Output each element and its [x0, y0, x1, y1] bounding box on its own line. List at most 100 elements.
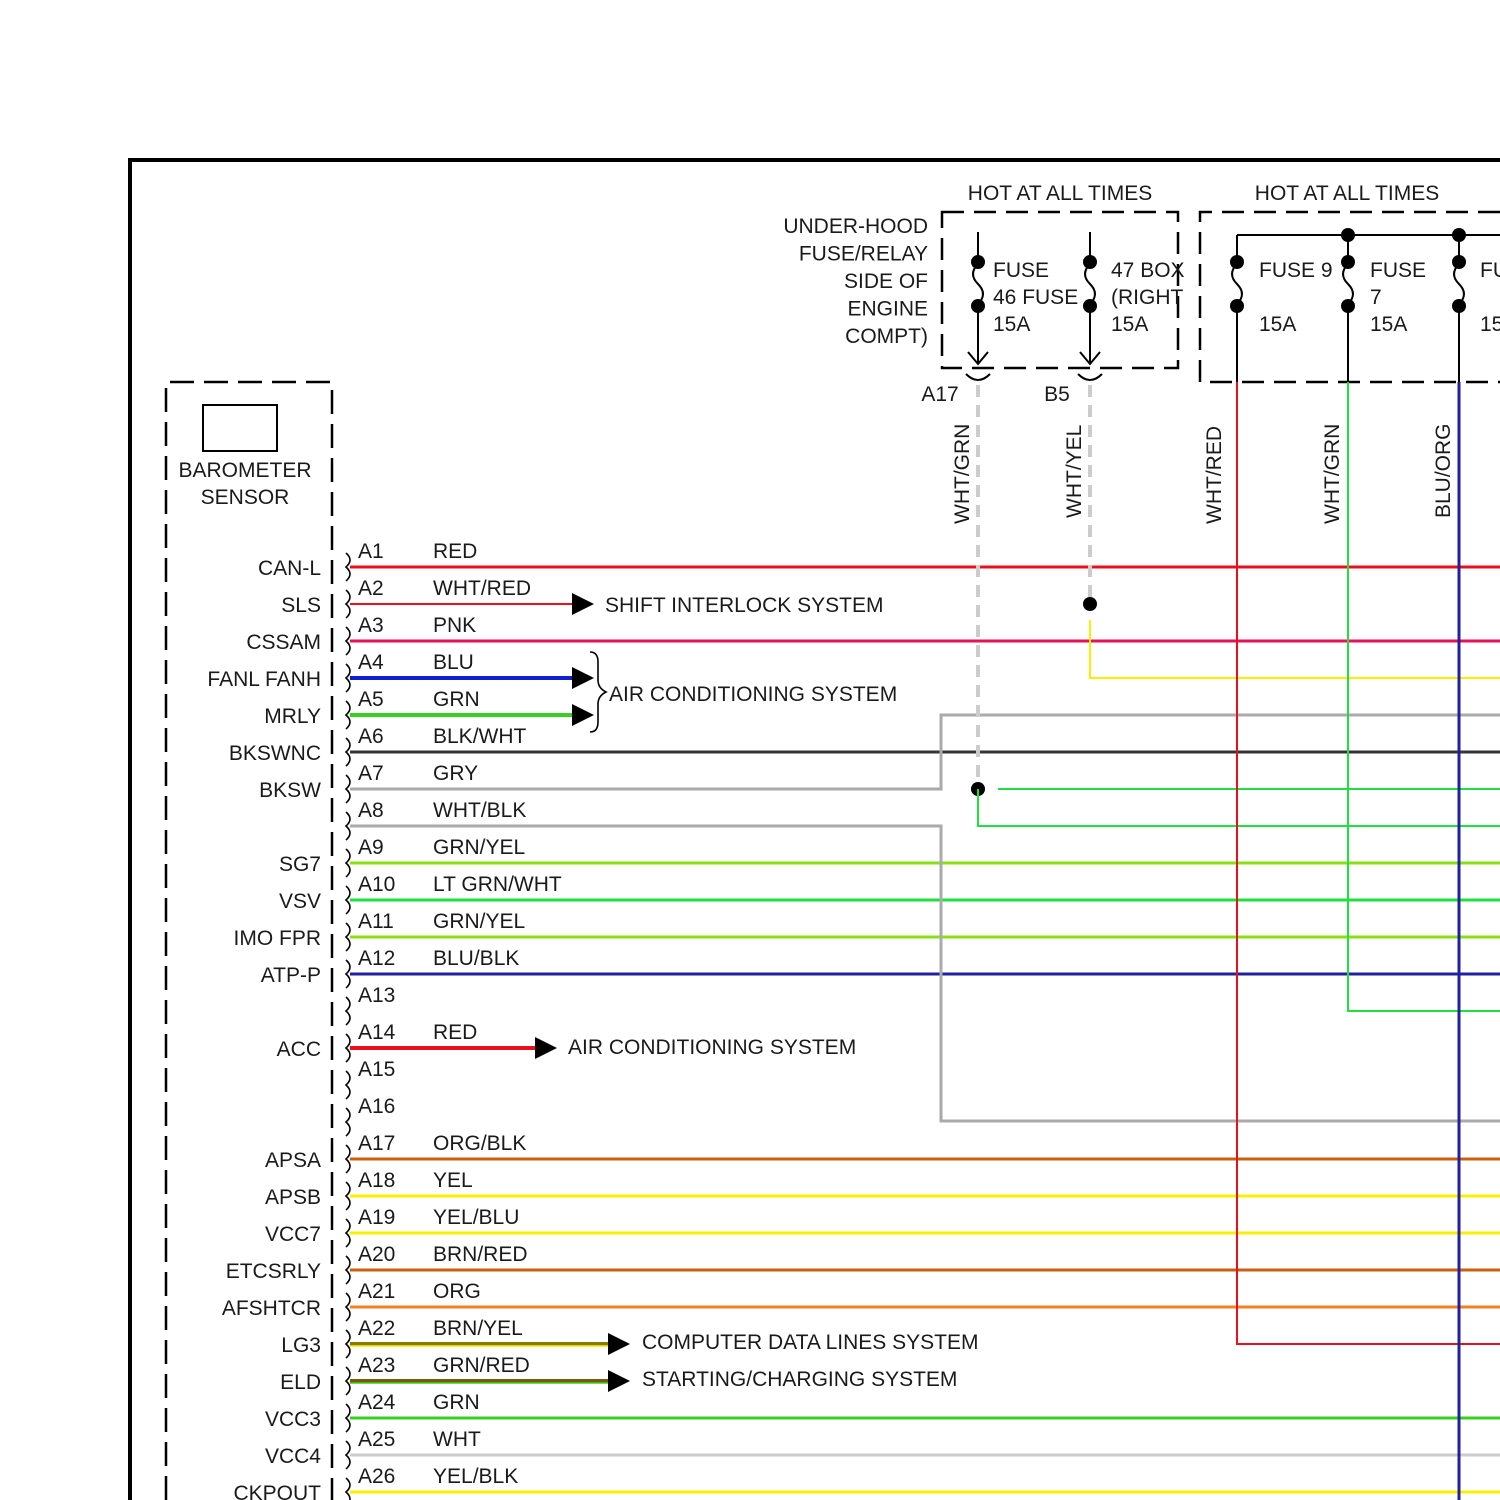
wire-color-a14: RED	[433, 1021, 477, 1044]
connector-b5-label: B5	[1044, 383, 1070, 406]
module-name-line: BAROMETER	[178, 459, 311, 482]
splice-wht-yel	[1083, 597, 1097, 611]
wire-wht-grn-feed	[1347, 382, 1500, 1012]
fuse-3-label: FU	[1480, 259, 1500, 282]
arrow-a5	[572, 704, 594, 726]
signal-a18: APSB	[265, 1186, 321, 1209]
pin-label-a9: A9	[358, 836, 384, 859]
wire-color-a8: WHT/BLK	[433, 799, 526, 822]
dest-air-conditioning-2: AIR CONDITIONING SYSTEM	[568, 1036, 856, 1059]
signal-a11: IMO FPR	[234, 927, 322, 950]
pin-label-a3: A3	[358, 614, 384, 637]
pin-connector-A4	[344, 663, 351, 693]
fuse-47-rating: 15A	[1111, 313, 1148, 336]
fuse-47-connector	[1077, 373, 1103, 381]
pin-connector-A21	[344, 1292, 351, 1322]
dest-air-conditioning-1: AIR CONDITIONING SYSTEM	[609, 683, 897, 706]
signal-a20: ETCSRLY	[226, 1260, 321, 1283]
fuse-47-label: 47 BOX	[1111, 259, 1185, 282]
pin-label-a6: A6	[358, 725, 384, 748]
pin-connector-A5	[344, 700, 351, 730]
signal-a7: BKSW	[259, 779, 321, 802]
pin-label-a21: A21	[358, 1280, 395, 1303]
signal-a9: SG7	[279, 853, 321, 876]
fuse-46-label: FUSE	[993, 259, 1049, 282]
fuse-9-pin-top	[1230, 255, 1244, 269]
arrow-a22	[608, 1333, 630, 1355]
wire-color-a11: GRN/YEL	[433, 910, 525, 933]
hot-at-all-times-label-2: HOT AT ALL TIMES	[1255, 182, 1439, 205]
signal-a2: SLS	[281, 594, 321, 617]
pin-label-a12: A12	[358, 947, 395, 970]
fuse-location-line: COMPT)	[845, 325, 928, 348]
fuse-9-label: FUSE 9	[1259, 259, 1333, 282]
fuse-46-pin-top	[971, 255, 985, 269]
pin-connector-A25	[344, 1440, 351, 1470]
dest-starting-charging: STARTING/CHARGING SYSTEM	[642, 1368, 957, 1391]
fuse-46-connector	[965, 373, 991, 381]
wire-color-a22: BRN/YEL	[433, 1317, 523, 1340]
wire-color-a5: GRN	[433, 688, 480, 711]
pin-label-a22: A22	[358, 1317, 395, 1340]
wire-color-a17: ORG/BLK	[433, 1132, 526, 1155]
fuse-9-pin-bottom	[1230, 299, 1244, 313]
pin-label-a17: A17	[358, 1132, 395, 1155]
signal-a12: ATP-P	[261, 964, 321, 987]
pin-connector-A6	[344, 737, 351, 767]
fuse-3-rating: 15	[1480, 313, 1500, 336]
pin-connector-A15	[344, 1070, 351, 1100]
pin-connector-A11	[344, 922, 351, 952]
arrow-a4	[572, 667, 594, 689]
fuse-46-rating: 15A	[993, 313, 1030, 336]
pin-connector-A16	[344, 1107, 351, 1137]
arrow-a2	[572, 593, 594, 615]
wire-color-a21: ORG	[433, 1280, 481, 1303]
wire-label-blu-org: BLU/ORG	[1432, 423, 1455, 518]
wire-label-wht-grn: WHT/GRN	[951, 424, 974, 524]
fuse-46-element	[972, 263, 984, 305]
pin-label-a18: A18	[358, 1169, 395, 1192]
wire-color-a2: WHT/RED	[433, 577, 531, 600]
wire-color-a7: GRY	[433, 762, 478, 785]
signal-a4: FANL FANH	[207, 668, 321, 691]
signal-a3: CSSAM	[246, 631, 321, 654]
pin-label-a14: A14	[358, 1021, 396, 1044]
fuse-location-line: ENGINE	[847, 298, 928, 321]
pin-connector-A12	[344, 959, 351, 989]
pin-label-a4: A4	[358, 651, 384, 674]
wire-color-a25: WHT	[433, 1428, 481, 1451]
fuse-7-rating: 15A	[1370, 313, 1407, 336]
pin-label-a19: A19	[358, 1206, 395, 1229]
wire-color-a26: YEL/BLK	[433, 1465, 518, 1488]
wire-label-wht-red: WHT/RED	[1203, 426, 1226, 524]
wire-color-a20: BRN/RED	[433, 1243, 528, 1266]
pin-label-a16: A16	[358, 1095, 395, 1118]
pin-connector-A26	[344, 1477, 351, 1500]
pin-label-a20: A20	[358, 1243, 395, 1266]
dest-computer-data-lines: COMPUTER DATA LINES SYSTEM	[642, 1331, 978, 1354]
fuse-3-pin-top	[1452, 255, 1466, 269]
wire-color-a1: RED	[433, 540, 477, 563]
wire-color-a24: GRN	[433, 1391, 480, 1414]
pin-label-a1: A1	[358, 540, 384, 563]
sensor-symbol	[202, 404, 278, 452]
wire-label-wht-yel: WHT/YEL	[1063, 425, 1086, 518]
pin-label-a15: A15	[358, 1058, 395, 1081]
wire-color-a3: PNK	[433, 614, 476, 637]
wire-color-a10: LT GRN/WHT	[433, 873, 562, 896]
wire-color-a19: YEL/BLU	[433, 1206, 519, 1229]
pin-connector-A1	[344, 552, 351, 582]
signal-a19: VCC7	[265, 1223, 321, 1246]
fuse-3-element	[1453, 263, 1465, 305]
signal-a22: LG3	[281, 1334, 321, 1357]
pin-connector-A22	[344, 1329, 351, 1359]
pin-connector-A10	[344, 885, 351, 915]
wire-wht-yel-route	[1089, 620, 1500, 679]
signal-a10: VSV	[279, 890, 321, 913]
signal-a17: APSA	[265, 1149, 321, 1172]
signal-a1: CAN-L	[258, 557, 321, 580]
signal-a14: ACC	[277, 1038, 321, 1061]
module-name-line: SENSOR	[201, 486, 290, 509]
pin-label-a11: A11	[358, 910, 394, 933]
signal-a24: VCC3	[265, 1408, 321, 1431]
